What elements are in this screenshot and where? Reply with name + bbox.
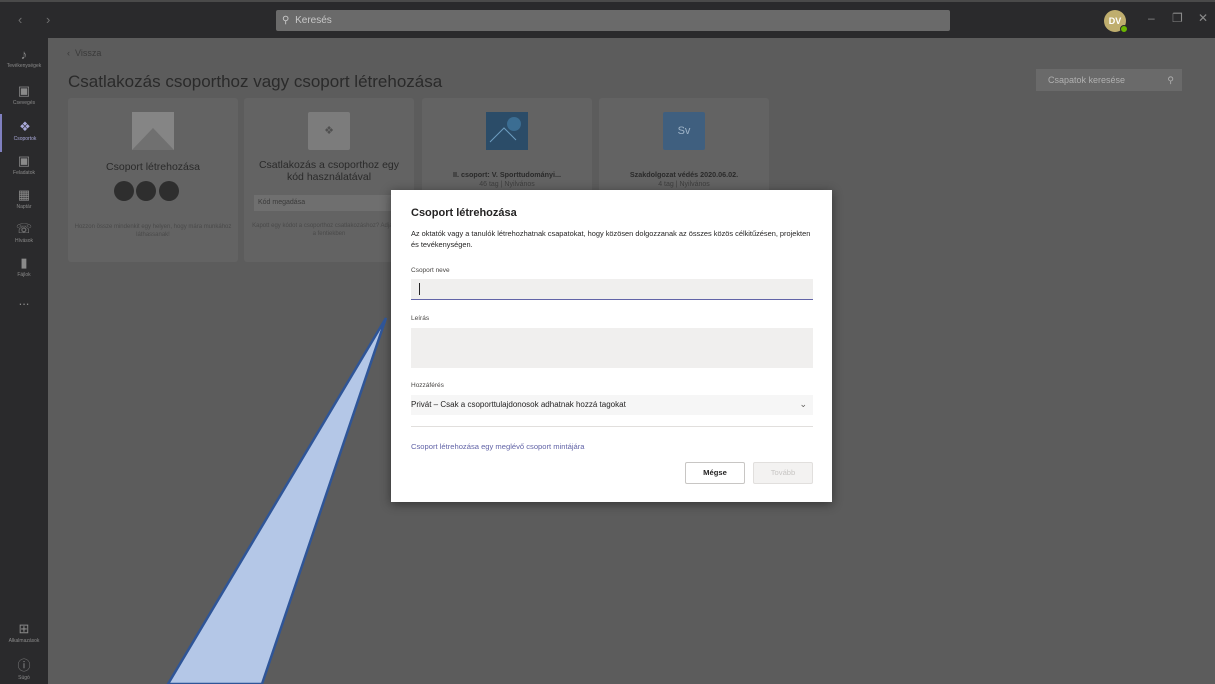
card-create-team[interactable]: Csoport létrehozása Hozzon össze mindenk…	[68, 98, 238, 262]
description-label: Leírás	[411, 315, 430, 322]
access-label: Hozzáférés	[411, 382, 444, 389]
help-icon: ⓘ	[17, 658, 31, 673]
rail-item-calendar[interactable]: ▦ Naptár	[0, 182, 48, 220]
phone-icon: ☏	[15, 221, 33, 236]
rail-item-assignments[interactable]: ▣ Feladatok	[0, 148, 48, 186]
member-avatars	[114, 181, 179, 206]
team-name-label: Csoport neve	[411, 267, 450, 274]
dialog-title: Csoport létrehozása	[411, 207, 517, 219]
avatar-initials: DV	[1108, 16, 1122, 26]
team-thumbnail: Sv	[663, 112, 705, 150]
search-icon: ⚲	[282, 15, 290, 26]
chevron-down-icon: ⌄	[799, 399, 807, 409]
team-name-input[interactable]	[411, 279, 813, 300]
card-title: II. csoport: V. Sporttudományi...	[453, 170, 561, 179]
page-title: Csatlakozás csoporthoz vagy csoport létr…	[68, 72, 443, 91]
cancel-button[interactable]: Mégse	[685, 462, 745, 484]
title-bar: ‹ › ⚲ Keresés DV – ❐ ✕	[0, 0, 1215, 38]
divider	[411, 426, 813, 427]
card-join-with-code[interactable]: ❖ Csatlakozás a csoporthoz egy kód haszn…	[244, 98, 414, 262]
teams-icon: ❖	[19, 119, 31, 134]
team-thumbnail	[486, 112, 528, 150]
card-title: Szakdolgozat védés 2020.06.02.	[629, 170, 739, 179]
rail-item-calls[interactable]: ☏ Hívások	[0, 216, 48, 254]
rail-item-help[interactable]: ⓘ Súgó	[0, 650, 48, 684]
rail-item-more[interactable]: ...	[0, 288, 48, 326]
more-icon: ...	[18, 293, 30, 308]
create-from-template-link[interactable]: Csoport létrehozása egy meglévő csoport …	[411, 442, 584, 451]
apps-icon: ⊞	[18, 621, 30, 636]
description-input[interactable]	[411, 328, 813, 368]
files-icon: ▮	[20, 255, 28, 270]
people-icon: ❖	[324, 125, 334, 137]
presence-dot-icon	[1120, 25, 1128, 33]
card-title: Csoport létrehozása	[106, 161, 200, 173]
chat-icon: ▣	[17, 83, 31, 98]
calendar-icon: ▦	[17, 187, 31, 202]
rail-item-activity[interactable]: ♪ Tevékenységek	[0, 42, 48, 80]
join-team-thumbnail: ❖	[308, 112, 350, 150]
card-title: Csatlakozás a csoporthoz egy kód használ…	[258, 159, 400, 183]
dialog-description: Az oktatók vagy a tanulók létrehozhatnak…	[411, 229, 811, 249]
rail-item-apps[interactable]: ⊞ Alkalmazások	[0, 616, 48, 654]
card-meta: 4 tag | Nyilvános	[658, 181, 710, 188]
search-icon: ⚲	[1167, 75, 1174, 85]
card-meta: 46 tag | Nyilvános	[479, 181, 535, 188]
rail-item-chat[interactable]: ▣ Csevegés	[0, 78, 48, 116]
envelope-icon	[132, 112, 174, 150]
avatar[interactable]: DV	[1104, 10, 1128, 33]
create-team-dialog: Csoport létrehozása Az oktatók vagy a ta…	[391, 190, 832, 502]
access-value: Privát – Csak a csoporttulajdonosok adha…	[411, 400, 626, 409]
rail-item-files[interactable]: ▮ Fájlok	[0, 250, 48, 288]
bell-icon: ♪	[20, 47, 28, 62]
card-hint: Kapott egy kódot a csoporthoz csatlakozá…	[252, 223, 406, 237]
team-image-icon	[486, 112, 528, 150]
app-rail: ♪ Tevékenységek ▣ Csevegés ❖ Csoportok ▣…	[0, 38, 48, 684]
next-button[interactable]: Tovább	[753, 462, 813, 484]
minimize-button[interactable]: –	[1148, 11, 1155, 25]
team-search-placeholder: Csapatok keresése	[1048, 75, 1126, 85]
back-link[interactable]: ‹ Vissza	[67, 48, 101, 58]
maximize-button[interactable]: ❐	[1172, 11, 1183, 25]
create-team-thumbnail	[132, 112, 174, 150]
team-initials: Sv	[677, 125, 691, 137]
nav-arrows[interactable]: ‹ ›	[18, 12, 60, 27]
team-search-input[interactable]: Csapatok keresése ⚲	[1036, 69, 1182, 91]
card-hint: Hozzon össze mindenkit egy helyen, hogy …	[74, 224, 232, 238]
text-caret	[419, 283, 420, 295]
code-input[interactable]: Kód megadása	[254, 195, 404, 211]
close-button[interactable]: ✕	[1198, 11, 1208, 25]
code-input-placeholder: Kód megadása	[258, 199, 306, 206]
assignments-icon: ▣	[17, 153, 31, 168]
search-input[interactable]: ⚲ Keresés	[276, 10, 950, 31]
rail-item-teams[interactable]: ❖ Csoportok	[0, 114, 48, 152]
access-dropdown[interactable]: Privát – Csak a csoporttulajdonosok adha…	[411, 395, 813, 415]
back-label: Vissza	[75, 48, 102, 58]
search-placeholder: Keresés	[295, 15, 332, 26]
